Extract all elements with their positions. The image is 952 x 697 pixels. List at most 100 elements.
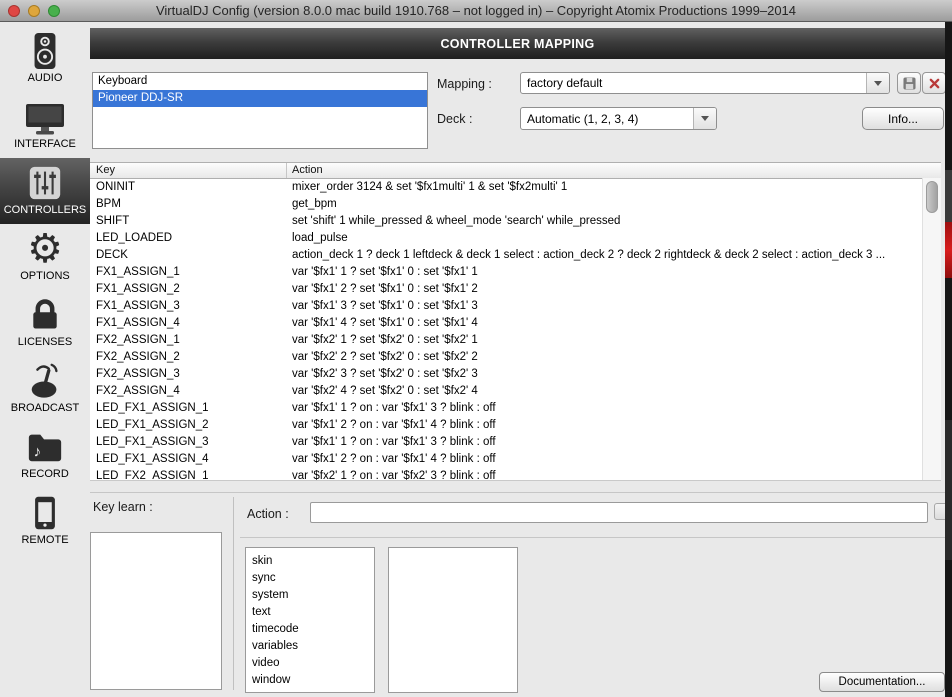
table-row-bpm[interactable]: BPM get_bpm bbox=[90, 196, 941, 213]
delete-mapping-button[interactable] bbox=[922, 72, 946, 94]
row-action-cell: action_deck 1 ? deck 1 leftdeck & deck 1… bbox=[292, 249, 886, 261]
sidebar-item-broadcast[interactable]: BROADCAST bbox=[0, 356, 90, 422]
save-mapping-button[interactable] bbox=[897, 72, 921, 94]
category-item-label: variables bbox=[252, 640, 299, 652]
horizontal-separator bbox=[240, 537, 945, 538]
table-row-shift[interactable]: SHIFT set 'shift' 1 while_pressed & whee… bbox=[90, 213, 941, 230]
row-key-cell: FX1_ASSIGN_2 bbox=[96, 283, 180, 295]
device-item-keyboard[interactable]: Keyboard bbox=[93, 73, 427, 90]
row-key-cell: FX2_ASSIGN_1 bbox=[96, 334, 180, 346]
table-row-fx1-assign-1[interactable]: FX1_ASSIGN_1 var '$fx1' 1 ? set '$fx1' 0… bbox=[90, 264, 941, 281]
monitor-icon bbox=[25, 96, 65, 138]
row-key-cell: FX1_ASSIGN_3 bbox=[96, 300, 180, 312]
category-item-label: video bbox=[252, 657, 280, 669]
deck-dropdown-button[interactable] bbox=[693, 108, 716, 129]
row-key-cell: BPM bbox=[96, 198, 121, 210]
table-row-fx2-assign-4[interactable]: FX2_ASSIGN_4 var '$fx2' 4 ? set '$fx2' 0… bbox=[90, 383, 941, 400]
category-item-window[interactable]: window bbox=[246, 672, 374, 689]
table-row-led-fx1-assign-4[interactable]: LED_FX1_ASSIGN_4 var '$fx1' 2 ? on : var… bbox=[90, 451, 941, 468]
row-key-cell: FX1_ASSIGN_4 bbox=[96, 317, 180, 329]
category-item-skin[interactable]: skin bbox=[246, 553, 374, 570]
horizontal-separator bbox=[90, 492, 945, 493]
table-row-fx1-assign-3[interactable]: FX1_ASSIGN_3 var '$fx1' 3 ? set '$fx1' 0… bbox=[90, 298, 941, 315]
table-row-fx2-assign-3[interactable]: FX2_ASSIGN_3 var '$fx2' 3 ? set '$fx2' 0… bbox=[90, 366, 941, 383]
table-row-led-loaded[interactable]: LED_LOADED load_pulse bbox=[90, 230, 941, 247]
column-header-key[interactable]: Key bbox=[90, 163, 287, 178]
sidebar-item-options[interactable]: ⚙ OPTIONS bbox=[0, 224, 90, 290]
mapping-select[interactable]: factory default bbox=[520, 72, 890, 94]
deck-selected-value: Automatic (1, 2, 3, 4) bbox=[527, 111, 639, 126]
svg-text:♪: ♪ bbox=[34, 444, 42, 461]
key-learn-label: Key learn : bbox=[93, 500, 153, 514]
table-row-fx2-assign-1[interactable]: FX2_ASSIGN_1 var '$fx2' 1 ? set '$fx2' 0… bbox=[90, 332, 941, 349]
table-body: ONINIT mixer_order 3124 & set '$fx1multi… bbox=[90, 179, 941, 481]
sidebar: AUDIO INTERFACE CONTROLLERS ⚙ OPTIONS LI… bbox=[0, 26, 90, 554]
close-window-icon[interactable] bbox=[8, 5, 20, 17]
background-edge bbox=[945, 22, 952, 697]
delete-x-icon bbox=[929, 78, 939, 88]
action-input[interactable] bbox=[310, 502, 928, 523]
table-row-fx2-assign-2[interactable]: FX2_ASSIGN_2 var '$fx2' 2 ? set '$fx2' 0… bbox=[90, 349, 941, 366]
sidebar-item-audio[interactable]: AUDIO bbox=[0, 26, 90, 92]
info-button[interactable]: Info... bbox=[862, 107, 944, 130]
sidebar-item-interface[interactable]: INTERFACE bbox=[0, 92, 90, 158]
device-item-pioneer-ddj-sr[interactable]: Pioneer DDJ-SR bbox=[93, 90, 427, 107]
deck-select[interactable]: Automatic (1, 2, 3, 4) bbox=[520, 107, 717, 130]
minimize-window-icon[interactable] bbox=[28, 5, 40, 17]
device-item-label: Keyboard bbox=[98, 75, 148, 87]
table-row-fx1-assign-2[interactable]: FX1_ASSIGN_2 var '$fx1' 2 ? set '$fx1' 0… bbox=[90, 281, 941, 298]
category-item-text[interactable]: text bbox=[246, 604, 374, 621]
sidebar-item-record[interactable]: ♪ RECORD bbox=[0, 422, 90, 488]
table-row-oninit[interactable]: ONINIT mixer_order 3124 & set '$fx1multi… bbox=[90, 179, 941, 196]
action-category-list: sandbox skin sync system text timecode bbox=[245, 547, 375, 693]
sidebar-item-controllers[interactable]: CONTROLLERS bbox=[0, 158, 90, 224]
mapping-dropdown-button[interactable] bbox=[866, 73, 889, 93]
action-detail-list[interactable] bbox=[388, 547, 518, 693]
save-icon bbox=[902, 76, 916, 90]
table-row-fx1-assign-4[interactable]: FX1_ASSIGN_4 var '$fx1' 4 ? set '$fx1' 0… bbox=[90, 315, 941, 332]
column-header-action[interactable]: Action bbox=[287, 163, 941, 178]
mapping-selected-value: factory default bbox=[527, 76, 603, 90]
action-category-list-inner: sandbox skin sync system text timecode bbox=[246, 548, 374, 689]
table-scrollbar-track[interactable] bbox=[922, 178, 941, 480]
row-key-cell: LED_FX2_ASSIGN_1 bbox=[96, 470, 209, 481]
sidebar-item-label: OPTIONS bbox=[20, 270, 70, 282]
row-action-cell: var '$fx2' 3 ? set '$fx2' 0 : set '$fx2'… bbox=[292, 368, 478, 380]
row-action-cell: var '$fx2' 4 ? set '$fx2' 0 : set '$fx2'… bbox=[292, 385, 478, 397]
zoom-window-icon[interactable] bbox=[48, 5, 60, 17]
category-item-timecode[interactable]: timecode bbox=[246, 621, 374, 638]
table-header: Key Action bbox=[90, 163, 941, 179]
table-row-led-fx1-assign-2[interactable]: LED_FX1_ASSIGN_2 var '$fx1' 2 ? on : var… bbox=[90, 417, 941, 434]
row-key-cell: LED_FX1_ASSIGN_3 bbox=[96, 436, 209, 448]
row-key-cell: LED_FX1_ASSIGN_1 bbox=[96, 402, 209, 414]
row-action-cell: var '$fx1' 1 ? set '$fx1' 0 : set '$fx1'… bbox=[292, 266, 478, 278]
row-action-cell: var '$fx1' 2 ? set '$fx1' 0 : set '$fx1'… bbox=[292, 283, 478, 295]
table-row-led-fx2-assign-1[interactable]: LED_FX2_ASSIGN_1 var '$fx2' 1 ? on : var… bbox=[90, 468, 941, 481]
documentation-button[interactable]: Documentation... bbox=[819, 672, 945, 692]
sidebar-item-licenses[interactable]: LICENSES bbox=[0, 290, 90, 356]
row-action-cell: set 'shift' 1 while_pressed & wheel_mode… bbox=[292, 215, 621, 227]
category-item-sync[interactable]: sync bbox=[246, 570, 374, 587]
row-key-cell: FX2_ASSIGN_4 bbox=[96, 385, 180, 397]
row-action-cell: var '$fx2' 1 ? set '$fx2' 0 : set '$fx2'… bbox=[292, 334, 478, 346]
table-scrollbar-thumb[interactable] bbox=[926, 181, 938, 213]
lock-icon bbox=[27, 294, 63, 336]
category-item-variables[interactable]: variables bbox=[246, 638, 374, 655]
background-edge-red-segment bbox=[945, 222, 952, 278]
row-action-cell: var '$fx2' 2 ? set '$fx2' 0 : set '$fx2'… bbox=[292, 351, 478, 363]
vertical-separator bbox=[233, 497, 234, 690]
row-action-cell: mixer_order 3124 & set '$fx1multi' 1 & s… bbox=[292, 181, 568, 193]
category-item-system[interactable]: system bbox=[246, 587, 374, 604]
row-action-cell: load_pulse bbox=[292, 232, 348, 244]
table-row-led-fx1-assign-1[interactable]: LED_FX1_ASSIGN_1 var '$fx1' 1 ? on : var… bbox=[90, 400, 941, 417]
window-title: VirtualDJ Config (version 8.0.0 mac buil… bbox=[155, 3, 797, 18]
key-learn-box[interactable] bbox=[90, 532, 222, 690]
row-key-cell: DECK bbox=[96, 249, 128, 261]
category-item-video[interactable]: video bbox=[246, 655, 374, 672]
category-item-label: skin bbox=[252, 555, 273, 567]
table-row-led-fx1-assign-3[interactable]: LED_FX1_ASSIGN_3 var '$fx1' 1 ? on : var… bbox=[90, 434, 941, 451]
sidebar-item-remote[interactable]: REMOTE bbox=[0, 488, 90, 554]
row-key-cell: FX2_ASSIGN_3 bbox=[96, 368, 180, 380]
sidebar-item-label: RECORD bbox=[21, 468, 69, 480]
table-row-deck[interactable]: DECK action_deck 1 ? deck 1 leftdeck & d… bbox=[90, 247, 941, 264]
